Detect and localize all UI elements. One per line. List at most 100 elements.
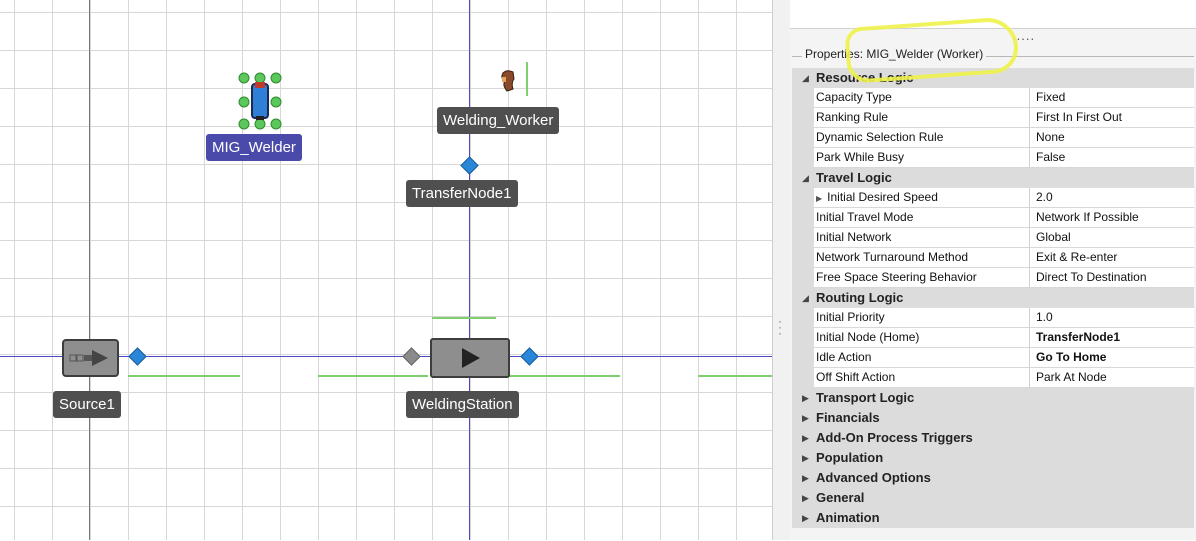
collapse-triangle-icon[interactable]: ◢ [802,68,809,88]
property-value[interactable]: Exit & Re-enter [1030,248,1194,268]
property-row[interactable]: Network Turnaround Method Exit & Re-enter [792,248,1194,268]
source-label[interactable]: Source1 [53,391,121,418]
property-name-text: Capacity Type [816,90,892,104]
property-value[interactable]: First In First Out [1030,108,1194,128]
property-row[interactable]: Free Space Steering Behavior Direct To De… [792,268,1194,288]
expand-triangle-icon[interactable]: ▶ [802,388,809,408]
properties-panel: ..... Properties: MIG_Welder (Worker) ◢ R… [790,0,1196,540]
station-output-node[interactable] [520,347,539,366]
row-gutter [792,208,814,228]
mig-welder-object[interactable] [236,72,284,130]
category-label: Financials [816,410,880,425]
property-name-text: Free Space Steering Behavior [816,270,977,284]
property-row[interactable]: Initial Travel Mode Network If Possible [792,208,1194,228]
property-name: Initial Priority [792,308,1030,328]
path-segment[interactable] [318,375,428,377]
mig-welder-label[interactable]: MIG_Welder [206,134,302,161]
expand-triangle-icon[interactable]: ▶ [802,488,809,508]
expand-triangle-icon[interactable]: ▶ [802,428,809,448]
property-row[interactable]: Capacity Type Fixed [792,88,1194,108]
welding-station-label[interactable]: WeldingStation [406,391,519,418]
row-gutter [792,368,814,388]
path-segment[interactable] [128,375,240,377]
row-gutter [792,268,814,288]
property-value[interactable]: False [1030,148,1194,168]
path-segment[interactable] [698,375,772,377]
property-value[interactable]: Fixed [1030,88,1194,108]
property-row[interactable]: Initial Node (Home) TransferNode1 [792,328,1194,348]
category-add-on-process-triggers[interactable]: ▶ Add-On Process Triggers [792,428,1194,448]
property-row[interactable]: ▶ Initial Desired Speed 2.0 [792,188,1194,208]
source-object[interactable] [62,339,119,377]
property-name: Initial Node (Home) [792,328,1030,348]
expand-triangle-icon[interactable]: ▶ [802,448,809,468]
path-segment[interactable] [432,317,496,319]
vertical-link-line[interactable] [469,0,470,540]
category-label: Transport Logic [816,390,915,405]
property-name: Off Shift Action [792,368,1030,388]
source-output-node[interactable] [128,347,147,366]
welding-station-object[interactable] [430,338,510,378]
source-arrow-icon [69,350,108,366]
path-segment[interactable] [508,375,620,377]
property-name: ▶ Initial Desired Speed [792,188,1030,208]
property-row[interactable]: Initial Network Global [792,228,1194,248]
category-animation[interactable]: ▶ Animation [792,508,1194,528]
category-label: Travel Logic [816,170,892,185]
transfer-node-diamond[interactable] [460,156,479,175]
panel-splitter[interactable]: · · · [772,0,791,540]
property-row[interactable]: Ranking Rule First In First Out [792,108,1194,128]
category-population[interactable]: ▶ Population [792,448,1194,468]
property-name-text: Network Turnaround Method [816,250,969,264]
property-value[interactable]: 2.0 [1030,188,1194,208]
property-row[interactable]: Off Shift Action Park At Node [792,368,1194,388]
expand-triangle-icon[interactable]: ▶ [802,508,809,528]
row-gutter [792,148,814,168]
collapse-triangle-icon[interactable]: ◢ [802,288,809,308]
property-name-text: Park While Busy [816,150,905,164]
property-value[interactable]: Direct To Destination [1030,268,1194,288]
welding-worker-object[interactable] [497,69,519,93]
property-value[interactable]: Global [1030,228,1194,248]
welding-worker-label[interactable]: Welding_Worker [437,107,560,134]
row-gutter [792,108,814,128]
property-name-text: Initial Travel Mode [816,210,914,224]
property-row[interactable]: Dynamic Selection Rule None [792,128,1194,148]
station-input-node[interactable] [402,347,421,366]
property-value[interactable]: Network If Possible [1030,208,1194,228]
collapse-triangle-icon[interactable]: ◢ [802,168,809,188]
property-value[interactable]: Go To Home [1030,348,1194,368]
expand-triangle-icon[interactable]: ▶ [802,468,809,488]
category-label: Population [816,450,884,465]
worker-selected-icon [238,72,282,130]
property-value[interactable]: TransferNode1 [1030,328,1194,348]
category-transport-logic[interactable]: ▶ Transport Logic [792,388,1194,408]
property-name-text: Idle Action [816,350,872,364]
facility-canvas[interactable]: MIG_Welder Welding_Worker TransferNode1 … [0,0,772,540]
property-value[interactable]: None [1030,128,1194,148]
property-value[interactable]: Park At Node [1030,368,1194,388]
row-gutter [792,88,814,108]
play-arrow-icon [462,348,480,368]
expand-triangle-icon[interactable]: ▶ [816,194,822,203]
category-routing-logic[interactable]: ◢ Routing Logic [792,288,1194,308]
category-financials[interactable]: ▶ Financials [792,408,1194,428]
expand-triangle-icon[interactable]: ▶ [802,408,809,428]
transfer-node-label[interactable]: TransferNode1 [406,180,518,207]
property-name-text: Initial Network [816,230,892,244]
property-row[interactable]: Park While Busy False [792,148,1194,168]
property-name: Capacity Type [792,88,1030,108]
property-name-text: Dynamic Selection Rule [816,130,944,144]
property-name: Free Space Steering Behavior [792,268,1030,288]
category-general[interactable]: ▶ General [792,488,1194,508]
property-value[interactable]: 1.0 [1030,308,1194,328]
property-row[interactable]: Initial Priority 1.0 [792,308,1194,328]
row-gutter [792,188,814,208]
category-advanced-options[interactable]: ▶ Advanced Options [792,468,1194,488]
property-name: Ranking Rule [792,108,1030,128]
property-row[interactable]: Idle Action Go To Home [792,348,1194,368]
path-segment[interactable] [526,62,528,96]
category-label: Advanced Options [816,470,931,485]
category-travel-logic[interactable]: ◢ Travel Logic [792,168,1194,188]
category-label: Animation [816,510,880,525]
